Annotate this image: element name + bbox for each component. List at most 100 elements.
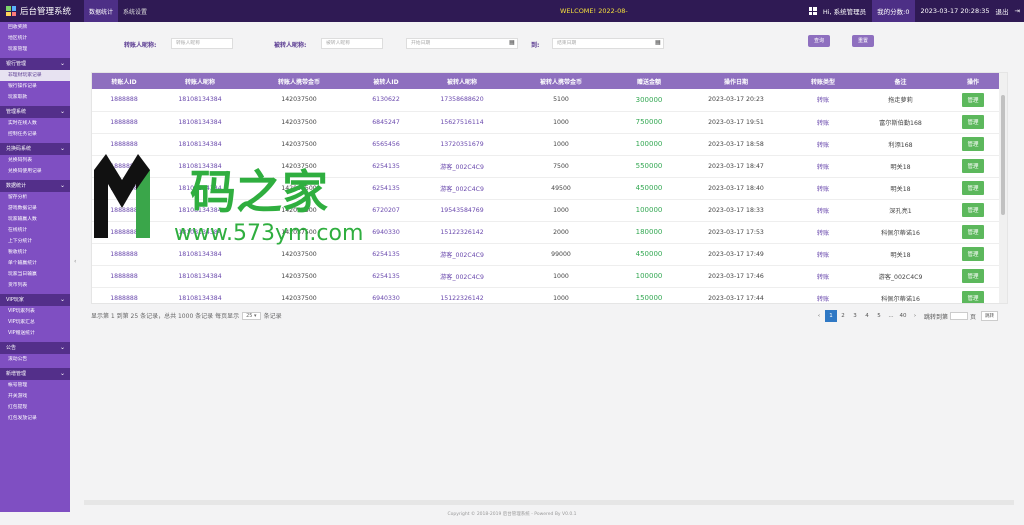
sidebar-item[interactable]: 帐号管理 [0, 380, 70, 391]
column-header[interactable]: 被转人昵称 [418, 73, 506, 89]
exit-icon[interactable]: ⇥ [1015, 7, 1020, 15]
table-cell[interactable]: 18108134384 [156, 133, 244, 156]
manage-button[interactable]: 管理 [962, 269, 984, 283]
sidebar-item[interactable]: 税收统计 [0, 247, 70, 258]
table-cell[interactable]: 1888888 [92, 265, 156, 288]
manage-button[interactable]: 管理 [962, 291, 984, 303]
table-cell[interactable]: 17358688620 [418, 89, 506, 112]
table-cell[interactable]: 1888888 [92, 89, 156, 112]
sidebar-item[interactable]: 银行操作记录 [0, 81, 70, 92]
sidebar-item[interactable]: 玩家输赢人数 [0, 214, 70, 225]
table-cell[interactable]: 6940330 [354, 287, 418, 303]
table-cell[interactable]: 18108134384 [156, 287, 244, 303]
column-header[interactable]: 转账类型 [790, 73, 856, 89]
column-header[interactable]: 转账人昵称 [156, 73, 244, 89]
tab-statistics[interactable]: 数据统计 [84, 0, 119, 22]
table-cell[interactable]: 18108134384 [156, 89, 244, 112]
table-cell[interactable]: 转账 [790, 221, 856, 244]
sidebar-group[interactable]: 银行管理 ⌄ [0, 58, 70, 70]
table-cell[interactable]: 转账 [790, 155, 856, 178]
column-header[interactable]: 备注 [856, 73, 945, 89]
table-cell[interactable]: 游客_002C4C9 [418, 177, 506, 200]
page-jump-button[interactable]: 跳转 [981, 311, 999, 321]
column-header[interactable]: 转账人ID [92, 73, 156, 89]
horizontal-scrollbar[interactable] [84, 500, 1014, 505]
sidebar-collapse-icon[interactable]: ‹ [74, 258, 76, 265]
page-button[interactable]: 1 [825, 310, 837, 322]
manage-button[interactable]: 管理 [962, 225, 984, 239]
table-cell[interactable]: 6254135 [354, 265, 418, 288]
table-cell[interactable]: 1888888 [92, 155, 156, 178]
sidebar-item[interactable]: 货币列表 [0, 280, 70, 291]
page-button[interactable]: ... [885, 310, 897, 322]
manage-button[interactable]: 管理 [962, 247, 984, 261]
table-cell[interactable]: 6254135 [354, 177, 418, 200]
column-header[interactable]: 转账人携带金币 [244, 73, 354, 89]
column-header[interactable]: 被转人ID [354, 73, 418, 89]
sidebar-item[interactable]: 在线统计 [0, 225, 70, 236]
reset-button[interactable]: 重置 [852, 35, 874, 47]
table-cell[interactable]: 18108134384 [156, 155, 244, 178]
table-cell[interactable]: 18108134384 [156, 221, 244, 244]
start-date-input[interactable]: 开始日期 [406, 38, 518, 49]
sidebar-item[interactable]: 兑换码列表 [0, 155, 70, 166]
sidebar-item[interactable]: 玩家取款 [0, 92, 70, 103]
column-header[interactable]: 被转人携带金币 [506, 73, 616, 89]
sidebar-item[interactable]: 单个输赢统计 [0, 258, 70, 269]
table-cell[interactable]: 18108134384 [156, 177, 244, 200]
table-cell[interactable]: 6720207 [354, 199, 418, 222]
logout-link[interactable]: 退出 [996, 6, 1009, 16]
sidebar-group[interactable]: 兑换码系统 ⌄ [0, 143, 70, 155]
query-button[interactable]: 查询 [808, 35, 830, 47]
next-page-button[interactable]: › [909, 310, 921, 322]
table-cell[interactable]: 转账 [790, 243, 856, 266]
table-cell[interactable]: 18108134384 [156, 111, 244, 134]
grid-menu-icon[interactable] [808, 7, 817, 15]
user-greeting[interactable]: Hi, 系统管理员 [823, 6, 866, 16]
sidebar-item[interactable]: 玩家当日输赢 [0, 269, 70, 280]
table-cell[interactable]: 6940330 [354, 221, 418, 244]
manage-button[interactable]: 管理 [962, 181, 984, 195]
table-cell[interactable]: 18108134384 [156, 265, 244, 288]
sidebar-item[interactable]: 开关游戏 [0, 391, 70, 402]
column-header[interactable]: 操作 [945, 73, 1001, 89]
table-cell[interactable]: 1888888 [92, 133, 156, 156]
manage-button[interactable]: 管理 [962, 159, 984, 173]
calendar-icon[interactable]: ▦ [509, 39, 515, 46]
sidebar-group[interactable]: 数据统计 ⌄ [0, 180, 70, 192]
sidebar-item[interactable]: 留存分析 [0, 192, 70, 203]
sidebar-item[interactable]: 游戏数据记录 [0, 203, 70, 214]
end-date-input[interactable]: 结束日期 [552, 38, 664, 49]
table-cell[interactable]: 游客_002C4C9 [418, 265, 506, 288]
table-cell[interactable]: 18108134384 [156, 199, 244, 222]
table-cell[interactable]: 1888888 [92, 287, 156, 303]
calendar-icon[interactable]: ▦ [655, 39, 661, 46]
table-cell[interactable]: 转账 [790, 287, 856, 303]
table-cell[interactable]: 转账 [790, 265, 856, 288]
sidebar-item[interactable]: 玩家管理 [0, 44, 70, 55]
column-header[interactable]: 赠送金额 [616, 73, 682, 89]
table-cell[interactable]: 游客_002C4C9 [418, 243, 506, 266]
page-button[interactable]: 3 [849, 310, 861, 322]
page-button[interactable]: 40 [897, 310, 909, 322]
manage-button[interactable]: 管理 [962, 137, 984, 151]
table-cell[interactable]: 15122326142 [418, 221, 506, 244]
table-cell[interactable]: 1888888 [92, 199, 156, 222]
page-size-select[interactable]: 25 ▾ [242, 311, 261, 320]
table-cell[interactable]: 转账 [790, 111, 856, 134]
sidebar-item[interactable]: 兑换码使用记录 [0, 166, 70, 177]
table-cell[interactable]: 6565456 [354, 133, 418, 156]
my-score-badge[interactable]: 我的分数:0 [872, 0, 915, 22]
page-button[interactable]: 5 [873, 310, 885, 322]
sidebar-group[interactable]: 公告 ⌄ [0, 342, 70, 354]
table-cell[interactable]: 1888888 [92, 243, 156, 266]
table-cell[interactable]: 转账 [790, 177, 856, 200]
table-cell[interactable]: 1888888 [92, 221, 156, 244]
page-jump-input[interactable] [950, 312, 969, 320]
tab-system-settings[interactable]: 系统设置 [118, 0, 152, 22]
sidebar-item[interactable]: 滚动公告 [0, 354, 70, 365]
sidebar-group[interactable]: 新增管理 ⌄ [0, 368, 70, 380]
manage-button[interactable]: 管理 [962, 203, 984, 217]
table-vertical-scrollbar[interactable] [999, 73, 1007, 303]
table-cell[interactable]: 转账 [790, 89, 856, 112]
